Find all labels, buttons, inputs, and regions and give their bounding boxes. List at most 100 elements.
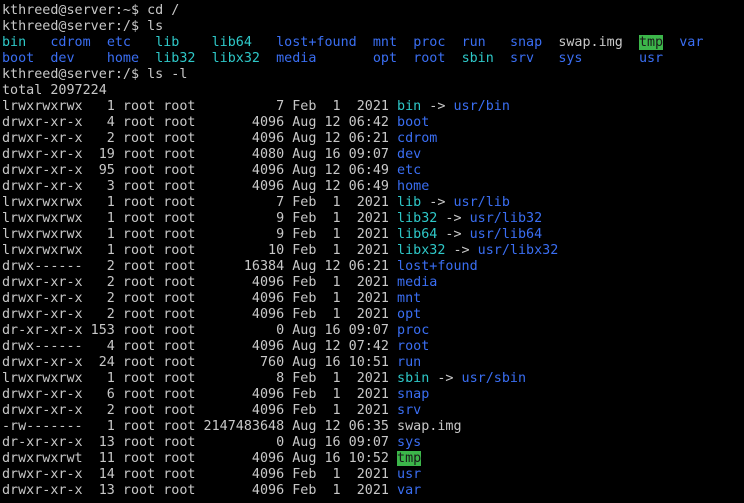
directory-entry: root <box>413 51 446 66</box>
directory-entry: lost+found <box>397 259 478 274</box>
line-text <box>663 35 679 50</box>
line-text: swap.img <box>397 419 462 434</box>
terminal-line: drwxr-xr-x 24 root root 760 Aug 16 10:51… <box>2 355 744 371</box>
terminal-line: drwxr-xr-x 6 root root 4096 Feb 1 2021 s… <box>2 387 744 403</box>
line-text: drwxr-xr-x 6 root root 4096 Feb 1 2021 <box>2 387 398 402</box>
terminal-line: drwx------ 4 root root 4096 Aug 12 07:42… <box>2 339 744 355</box>
terminal-line: drwxr-xr-x 13 root root 4096 Feb 1 2021 … <box>2 483 744 499</box>
terminal-line: lrwxrwxrwx 1 root root 7 Feb 1 2021 lib … <box>2 195 744 211</box>
line-text: drwxr-xr-x 2 root root 4096 Feb 1 2021 <box>2 291 398 306</box>
terminal-line: bin cdrom etc lib lib64 lost+found mnt p… <box>2 35 744 51</box>
symlink-entry: libx32 <box>397 243 446 258</box>
directory-entry: sys <box>397 435 422 450</box>
symlink-arrow: -> <box>445 243 478 258</box>
line-text: -rw------- 1 root root 2147483648 Aug 12… <box>2 419 398 434</box>
terminal-line: kthreed@server:~$ cd / <box>2 3 744 19</box>
line-text: drwxr-xr-x 95 root root 4096 Aug 12 06:4… <box>2 163 398 178</box>
terminal-line: drwxr-xr-x 3 root root 4096 Aug 12 06:49… <box>2 179 744 195</box>
line-text: drwxr-xr-x 13 root root 4096 Feb 1 2021 <box>2 483 398 498</box>
line-text <box>252 35 276 50</box>
directory-entry: lost+found <box>276 35 357 50</box>
line-text <box>179 35 211 50</box>
line-text: drwxr-xr-x 3 root root 4096 Aug 12 06:49 <box>2 179 398 194</box>
terminal-line: drwxr-xr-x 95 root root 4096 Aug 12 06:4… <box>2 163 744 179</box>
line-text <box>260 51 276 66</box>
symlink-arrow: -> <box>437 227 470 242</box>
symlink-entry: lib <box>155 35 180 50</box>
terminal-line: lrwxrwxrwx 1 root root 10 Feb 1 2021 lib… <box>2 243 744 259</box>
line-text: kthreed@server:/$ ls <box>2 19 164 34</box>
line-text: lrwxrwxrwx 1 root root 10 Feb 1 2021 <box>2 243 398 258</box>
directory-entry: srv <box>397 403 422 418</box>
line-text <box>26 35 50 50</box>
line-text <box>486 35 510 50</box>
directory-entry: var <box>679 35 704 50</box>
directory-entry: usr/lib <box>453 195 510 210</box>
line-text <box>357 35 373 50</box>
directory-entry: opt <box>397 307 422 322</box>
terminal-line: drwxr-xr-x 2 root root 4096 Feb 1 2021 s… <box>2 403 744 419</box>
terminal-line: drwxr-xr-x 2 root root 4096 Aug 12 06:21… <box>2 131 744 147</box>
directory-entry: usr <box>397 467 422 482</box>
line-text: kthreed@server:/$ ls -l <box>2 67 188 82</box>
terminal-line: lrwxrwxrwx 1 root root 8 Feb 1 2021 sbin… <box>2 371 744 387</box>
terminal-line: drwxrwxrwt 11 root root 4096 Aug 16 10:5… <box>2 451 744 467</box>
symlink-entry: bin <box>397 99 422 114</box>
directory-entry: etc <box>397 163 422 178</box>
directory-entry: mnt <box>372 35 398 50</box>
terminal-line: kthreed@server:/$ ls -l <box>2 67 744 83</box>
line-text <box>542 35 558 50</box>
directory-entry: root <box>397 339 430 354</box>
directory-entry: snap <box>397 387 430 402</box>
line-text: kthreed@server:~$ cd / <box>2 3 180 18</box>
symlink-arrow: -> <box>429 371 462 386</box>
directory-entry: cdrom <box>50 35 91 50</box>
directory-entry: opt <box>372 51 398 66</box>
line-text: lrwxrwxrwx 1 root root 9 Feb 1 2021 <box>2 211 398 226</box>
directory-entry: run <box>461 35 486 50</box>
line-text: drwxr-xr-x 4 root root 4096 Aug 12 06:42 <box>2 115 398 130</box>
line-text: total 2097224 <box>2 83 107 98</box>
directory-entry: usr/sbin <box>461 371 527 386</box>
line-text <box>494 51 510 66</box>
symlink-entry: sbin <box>397 371 430 386</box>
symlink-entry: lib <box>397 195 422 210</box>
symlink-arrow: -> <box>421 195 454 210</box>
terminal-line: drwxr-xr-x 19 root root 4080 Aug 16 09:0… <box>2 147 744 163</box>
directory-entry: cdrom <box>397 131 438 146</box>
terminal-line: lrwxrwxrwx 1 root root 9 Feb 1 2021 lib3… <box>2 211 744 227</box>
terminal-line: lrwxrwxrwx 1 root root 7 Feb 1 2021 bin … <box>2 99 744 115</box>
symlink-entry: bin <box>2 35 27 50</box>
line-text <box>397 51 413 66</box>
terminal-line: drwxr-xr-x 4 root root 4096 Aug 12 06:42… <box>2 115 744 131</box>
symlink-entry: lib32 <box>397 211 438 226</box>
line-text <box>534 51 558 66</box>
terminal-line: drwxr-xr-x 2 root root 4096 Feb 1 2021 o… <box>2 307 744 323</box>
line-text: drwxr-xr-x 24 root root 760 Aug 16 10:51 <box>2 355 398 370</box>
directory-entry: sys <box>558 51 583 66</box>
directory-entry: proc <box>397 323 430 338</box>
line-text: drwxr-xr-x 2 root root 4096 Aug 12 06:21 <box>2 131 398 146</box>
directory-entry: dev <box>50 51 75 66</box>
line-text: lrwxrwxrwx 1 root root 7 Feb 1 2021 <box>2 99 398 114</box>
line-text: drwxr-xr-x 19 root root 4080 Aug 16 09:0… <box>2 147 398 162</box>
line-text <box>75 51 107 66</box>
sticky-directory-entry: tmp <box>397 451 422 466</box>
directory-entry: usr/lib32 <box>469 211 543 226</box>
symlink-entry: lib64 <box>397 227 438 242</box>
line-text <box>131 35 155 50</box>
terminal-line: drwxr-xr-x 14 root root 4096 Feb 1 2021 … <box>2 467 744 483</box>
directory-entry: boot <box>397 115 430 130</box>
symlink-arrow: -> <box>421 99 454 114</box>
terminal-line: kthreed@server:/$ ls <box>2 19 744 35</box>
directory-entry: etc <box>106 35 131 50</box>
directory-entry: media <box>276 51 317 66</box>
terminal-line: total 2097224 <box>2 83 744 99</box>
line-text: dr-xr-xr-x 13 root root 0 Aug 16 09:07 <box>2 435 398 450</box>
terminal-line: drwx------ 2 root root 16384 Aug 12 06:2… <box>2 259 744 275</box>
terminal-window[interactable]: kthreed@server:~$ cd / kthreed@server:/$ … <box>0 0 744 503</box>
line-text: drwx------ 4 root root 4096 Aug 12 07:42 <box>2 339 398 354</box>
line-text <box>623 35 639 50</box>
terminal-output: kthreed@server:~$ cd / kthreed@server:/$ … <box>2 3 744 499</box>
terminal-line: drwxr-xr-x 2 root root 4096 Feb 1 2021 m… <box>2 291 744 307</box>
